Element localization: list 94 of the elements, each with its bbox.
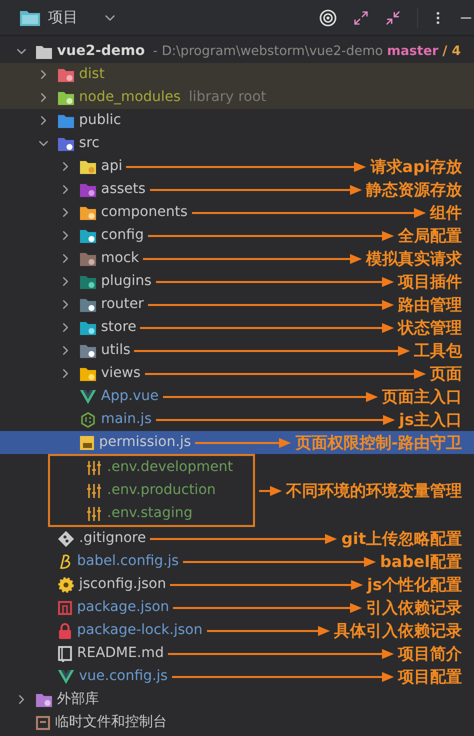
file-name[interactable]: utils [101, 340, 130, 361]
square-icon [58, 600, 72, 614]
folder-icon [80, 274, 96, 288]
file-name[interactable]: plugins [101, 271, 152, 292]
annotation-label: 工具包 [414, 342, 462, 358]
file-name[interactable]: package-lock.json [77, 620, 202, 641]
file-icon [36, 716, 50, 730]
sliders-icon [86, 460, 102, 474]
annotation-label: babel配置 [380, 554, 462, 570]
lock-icon [58, 622, 72, 638]
annotation-label: 不同环境的环境变量管理 [286, 482, 462, 498]
file-name[interactable]: .env.production [107, 480, 216, 501]
file-name[interactable]: main.js [101, 409, 152, 430]
annotation-label: 项目简介 [398, 646, 462, 662]
folder-icon [80, 344, 96, 358]
annotation-label: 路由管理 [398, 296, 462, 312]
expand-icon[interactable] [353, 10, 369, 26]
annotation-label: js个性化配置 [366, 576, 462, 592]
sliders-icon [86, 484, 102, 498]
annotation-label: 组件 [430, 204, 462, 220]
folder-icon [20, 10, 40, 26]
file-name[interactable]: store [101, 317, 136, 338]
folder-icon [80, 252, 96, 266]
file-name[interactable]: node_modules [79, 87, 181, 108]
file-name[interactable]: public [79, 110, 122, 131]
v-logo-icon [58, 670, 74, 684]
file-name[interactable]: permission.js [99, 432, 192, 453]
annotation-label: 全局配置 [398, 228, 462, 244]
file-name[interactable]: assets [101, 179, 146, 200]
diamond-icon [58, 530, 74, 546]
annotation-label: 页面主入口 [382, 388, 462, 404]
folder-icon [36, 44, 52, 58]
annotation-label: js主入口 [398, 412, 462, 428]
file-name[interactable]: .env.staging [107, 503, 192, 524]
file-name[interactable]: components [101, 202, 188, 223]
squiggle-icon [58, 554, 72, 570]
file-name[interactable]: babel.config.js [77, 551, 179, 572]
panel-title[interactable]: 项目 [48, 6, 78, 29]
branch-info: / 4 [442, 42, 461, 61]
file-name[interactable]: router [101, 294, 144, 315]
annotation-label: 引入依赖记录 [366, 600, 462, 616]
file-name[interactable]: src [79, 133, 100, 154]
folder-icon [58, 90, 74, 104]
book-icon [58, 646, 72, 662]
annotation-label: 具体引入依赖记录 [334, 622, 462, 638]
v-logo-icon [80, 390, 96, 404]
file-name[interactable]: .gitignore [79, 528, 146, 549]
folder-icon [80, 228, 96, 242]
folder-icon [58, 114, 74, 128]
file-suffix: library root [188, 88, 266, 107]
annotation-label: 请求api存放 [370, 158, 462, 174]
file-name[interactable]: views [101, 363, 141, 384]
annotation-label: 页面 [430, 366, 462, 382]
folder-icon [58, 136, 74, 150]
file-name[interactable]: dist [79, 64, 105, 85]
gear-icon [58, 576, 74, 592]
annotation-label: 模拟真实请求 [366, 250, 462, 266]
folder-icon [80, 320, 96, 334]
file-name[interactable]: package.json [77, 597, 170, 618]
annotation-label: git上传忽略配置 [341, 530, 462, 546]
folder-icon [36, 692, 52, 706]
tree-row-excluded[interactable]: dist [0, 63, 474, 86]
git-branch: master [386, 42, 438, 61]
file-name[interactable]: .env.development [107, 457, 233, 478]
sliders-icon [86, 506, 102, 520]
project-name[interactable]: vue2-demo [57, 41, 145, 62]
annotation-arrow [258, 486, 282, 496]
folder-icon [80, 160, 96, 174]
file-name[interactable]: vue.config.js [79, 666, 168, 687]
file-name[interactable]: 外部库 [57, 689, 99, 710]
file-name[interactable]: 临时文件和控制台 [55, 712, 167, 733]
folder-icon [80, 298, 96, 312]
annotation-label: 静态资源存放 [366, 182, 462, 198]
collapse-icon[interactable] [385, 10, 401, 26]
annotation-label: 状态管理 [398, 320, 462, 336]
folder-icon [58, 68, 74, 82]
file-name[interactable]: README.md [77, 643, 164, 664]
folder-icon [80, 366, 96, 380]
tree-row-selected[interactable]: permission.js 页面权限控制-路由守卫 [0, 431, 474, 454]
folder-icon [80, 182, 96, 196]
file-name[interactable]: api [101, 156, 122, 177]
file-name[interactable]: config [101, 225, 144, 246]
file-icon [80, 434, 94, 450]
annotation-label: 页面权限控制-路由守卫 [295, 434, 462, 450]
tree-row-excluded[interactable]: node_modules library root [0, 86, 474, 109]
project-path: - D:\program\webstorm\vue2-demo [152, 42, 383, 61]
hexagon-icon [80, 412, 96, 428]
file-name[interactable]: jsconfig.json [79, 574, 166, 595]
file-name[interactable]: mock [101, 248, 140, 269]
folder-icon [80, 206, 96, 220]
file-name[interactable]: App.vue [101, 386, 159, 407]
annotation-label: 项目插件 [398, 274, 462, 290]
target-icon[interactable] [319, 8, 337, 26]
annotation-label: 项目配置 [398, 668, 462, 684]
